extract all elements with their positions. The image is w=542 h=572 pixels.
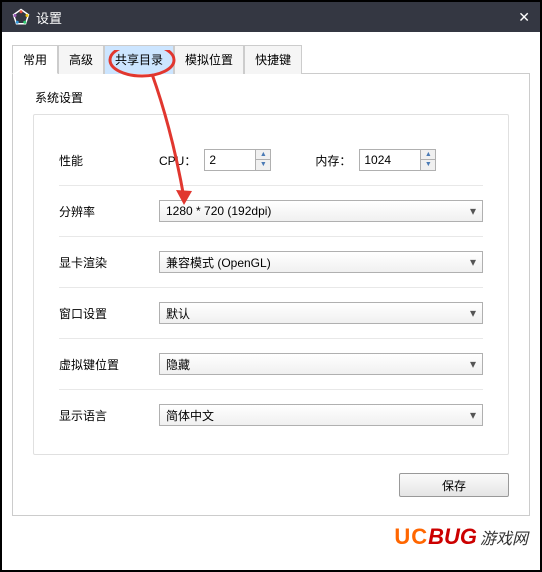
group-title: 系统设置 xyxy=(33,89,509,106)
tab-advanced[interactable]: 高级 xyxy=(58,45,104,74)
cpu-spin[interactable]: ▲▼ xyxy=(204,149,271,171)
select-resolution-value: 1280 * 720 (192dpi) xyxy=(166,204,271,218)
app-logo-icon xyxy=(12,8,30,26)
select-lang-value: 简体中文 xyxy=(166,407,214,424)
label-resolution: 分辨率 xyxy=(59,203,159,220)
select-window[interactable]: 默认 xyxy=(159,302,483,324)
mem-up-icon[interactable]: ▲ xyxy=(421,150,435,160)
cpu-label: CPU： xyxy=(159,152,196,169)
label-vk: 虚拟键位置 xyxy=(59,356,159,373)
select-resolution[interactable]: 1280 * 720 (192dpi) xyxy=(159,200,483,222)
mem-input[interactable] xyxy=(360,151,420,169)
row-lang: 显示语言 简体中文 xyxy=(59,390,483,440)
label-performance: 性能 xyxy=(59,152,159,169)
label-lang: 显示语言 xyxy=(59,407,159,424)
label-window: 窗口设置 xyxy=(59,305,159,322)
titlebar: 设置 ✕ xyxy=(2,2,540,32)
select-lang[interactable]: 简体中文 xyxy=(159,404,483,426)
tab-mock-location[interactable]: 模拟位置 xyxy=(174,45,244,74)
mem-down-icon[interactable]: ▼ xyxy=(421,160,435,170)
cpu-input[interactable] xyxy=(205,151,255,169)
tab-common[interactable]: 常用 xyxy=(12,45,58,74)
tab-shortcuts[interactable]: 快捷键 xyxy=(244,45,302,74)
settings-group: 性能 CPU： ▲▼ 内存： ▲▼ 分辨率 xyxy=(33,114,509,455)
close-icon[interactable]: ✕ xyxy=(518,9,530,26)
tab-shared-dir[interactable]: 共享目录 xyxy=(104,45,174,74)
select-gpu[interactable]: 兼容模式 (OpenGL) xyxy=(159,251,483,273)
row-vk: 虚拟键位置 隐藏 xyxy=(59,339,483,390)
tab-panel-common: 系统设置 性能 CPU： ▲▼ 内存： ▲▼ xyxy=(12,74,530,516)
save-button[interactable]: 保存 xyxy=(399,473,509,497)
select-vk-value: 隐藏 xyxy=(166,356,190,373)
footer: 保存 xyxy=(33,473,509,497)
select-vk[interactable]: 隐藏 xyxy=(159,353,483,375)
mem-spin[interactable]: ▲▼ xyxy=(359,149,436,171)
mem-label: 内存： xyxy=(315,152,351,169)
label-gpu: 显卡渲染 xyxy=(59,254,159,271)
window-title: 设置 xyxy=(36,8,62,27)
tab-bar: 常用 高级 共享目录 模拟位置 快捷键 xyxy=(12,44,530,74)
row-window: 窗口设置 默认 xyxy=(59,288,483,339)
row-resolution: 分辨率 1280 * 720 (192dpi) xyxy=(59,186,483,237)
watermark-cn: 游戏网 xyxy=(480,531,528,548)
row-gpu: 显卡渲染 兼容模式 (OpenGL) xyxy=(59,237,483,288)
select-window-value: 默认 xyxy=(166,305,190,322)
content-area: 常用 高级 共享目录 模拟位置 快捷键 系统设置 性能 CPU： ▲▼ 内存： xyxy=(2,32,540,528)
row-performance: 性能 CPU： ▲▼ 内存： ▲▼ xyxy=(59,135,483,186)
select-gpu-value: 兼容模式 (OpenGL) xyxy=(166,254,271,271)
cpu-up-icon[interactable]: ▲ xyxy=(256,150,270,160)
cpu-down-icon[interactable]: ▼ xyxy=(256,160,270,170)
